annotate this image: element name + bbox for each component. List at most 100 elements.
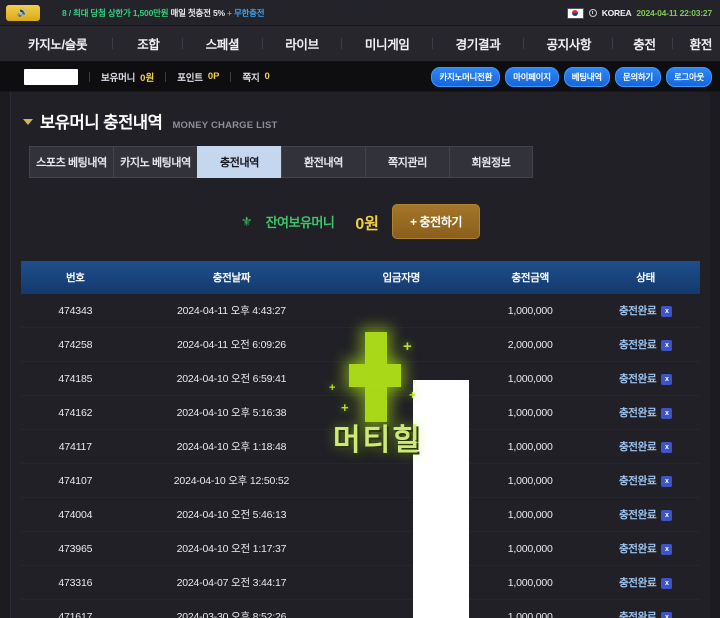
cell-date: 2024-04-10 오전 1:17:37 (176, 543, 287, 555)
cell-date: 2024-04-11 오전 6:09:26 (177, 339, 286, 351)
header-date: 충전날짜 (129, 261, 334, 294)
money-value: 0원 (140, 72, 155, 84)
cell-no: 474258 (58, 338, 93, 351)
tab-casino-betting[interactable]: 카지노 베팅내역 (113, 146, 197, 178)
username-field (24, 68, 78, 85)
delete-row-button[interactable]: x (661, 611, 673, 618)
nav-item-notice[interactable]: 공지사항 (540, 34, 597, 53)
casino-money-transfer-button[interactable]: 카지노머니전환 (431, 67, 501, 87)
nav-divider (111, 38, 113, 49)
nav-item-results[interactable]: 경기결과 (450, 34, 507, 53)
country-label: KOREA (601, 8, 632, 18)
table-body: 474343 2024-04-11 오후 4:43:27 1,000,000 충전완료… (21, 294, 700, 618)
delete-row-button[interactable]: x (661, 441, 673, 453)
cell-state: 충전완료 x (591, 362, 700, 396)
cell-no: 471617 (58, 610, 93, 618)
table-row: 474117 2024-04-10 오후 1:18:48 1,000,000 충전완료… (21, 430, 700, 464)
delete-row-button[interactable]: x (661, 509, 673, 521)
tab-charge-history[interactable]: 충전내역 (197, 146, 281, 178)
table-header-row: 번호 충전날짜 입금자명 충전금액 상태 (21, 261, 700, 294)
cell-amount: 1,000,000 (507, 542, 553, 555)
depositor-name-redaction (413, 380, 469, 618)
tab-exchange-history[interactable]: 환전내역 (281, 146, 365, 178)
charge-button[interactable]: + 충전하기 (391, 204, 481, 239)
site-logo: TTbet (336, 1, 384, 20)
nav-item-casino-slot[interactable]: 카지노/슬롯 (22, 34, 93, 53)
header-no: 번호 (21, 261, 130, 294)
marquee-notice: 8 / 최대 당첨 상한가 1,500만원 매일 첫충전 5% + 무한충전 (62, 7, 265, 19)
header-state: 상태 (591, 261, 700, 294)
status-badge: 충전완료 (618, 339, 657, 351)
delete-row-button[interactable]: x (661, 339, 673, 351)
nav-divider (611, 38, 613, 49)
cell-state: 충전완료 x (591, 396, 700, 430)
note-value: 0 (264, 71, 270, 82)
table-head: 번호 충전날짜 입금자명 충전금액 상태 (21, 261, 700, 294)
table-row: 473965 2024-04-10 오전 1:17:37 1,000,000 충전완료… (21, 532, 700, 566)
status-badge: 충전완료 (618, 475, 657, 487)
main-nav: 카지노/슬롯 조합 스페셜 라이브 미니게임 경기결과 공지사항 충전 환전 (0, 26, 720, 62)
inquiry-button[interactable]: 문의하기 (614, 67, 661, 87)
server-datetime: 2024-04-11 22:03:27 (636, 8, 712, 18)
cell-state: 충전완료 x (591, 430, 700, 464)
delete-row-button[interactable]: x (661, 373, 673, 385)
cell-date: 2024-04-10 오후 12:50:52 (173, 475, 290, 487)
cell-no: 474185 (58, 372, 93, 385)
status-badge: 충전완료 (618, 577, 657, 589)
page-title: 보유머니 충전내역 (40, 114, 163, 132)
balance-row: ⚜ 잔여보유머니 0원 + 충전하기 (11, 204, 710, 239)
nav-item-charge[interactable]: 충전 (627, 34, 661, 53)
mypage-button[interactable]: 마이페이지 (505, 67, 559, 87)
status-badge: 충전완료 (618, 305, 657, 317)
delete-row-button[interactable]: x (661, 407, 673, 419)
status-badge: 충전완료 (618, 373, 657, 385)
nav-divider (182, 38, 184, 49)
nav-item-combo[interactable]: 조합 (131, 34, 165, 53)
cell-date: 2024-04-10 오후 5:16:38 (176, 407, 287, 419)
marquee-part-2: 매일 첫충전 5% (170, 7, 226, 18)
status-badge: 충전완료 (618, 543, 657, 555)
betting-history-button[interactable]: 베팅내역 (563, 67, 610, 87)
cell-amount: 1,000,000 (507, 576, 553, 589)
tab-bar: 스포츠 베팅내역 카지노 베팅내역 충전내역 환전내역 쪽지관리 회원정보 (29, 146, 710, 178)
note-label: 쪽지 (242, 72, 260, 84)
page-subtitle: MONEY CHARGE LIST (172, 120, 278, 131)
money-label: 보유머니 (101, 72, 136, 84)
nav-divider (341, 38, 343, 49)
table-row: 474107 2024-04-10 오후 12:50:52 1,000,000 충전완… (21, 464, 700, 498)
speaker-icon[interactable]: 🔊 (6, 4, 40, 21)
cell-amount: 1,000,000 (507, 406, 553, 419)
table-row: 474258 2024-04-11 오전 6:09:26 2,000,000 충전완료… (21, 328, 700, 362)
cell-amount: 1,000,000 (507, 440, 553, 453)
cell-date: 2024-04-10 오전 5:46:13 (176, 509, 287, 521)
logout-button[interactable]: 로그아웃 (665, 67, 712, 87)
divider (230, 71, 232, 82)
nav-item-minigame[interactable]: 미니게임 (359, 34, 416, 53)
delete-row-button[interactable]: x (661, 577, 673, 589)
nav-item-special[interactable]: 스페셜 (200, 34, 246, 53)
cell-depositor (333, 328, 469, 362)
tab-sports-betting[interactable]: 스포츠 베팅내역 (29, 146, 113, 178)
cell-state: 충전완료 x (591, 328, 700, 362)
cell-no: 474162 (58, 406, 93, 419)
cell-date: 2024-04-10 오전 6:59:41 (176, 373, 287, 385)
point-value: 0P (207, 71, 220, 82)
header-amount: 충전금액 (469, 261, 592, 294)
delete-row-button[interactable]: x (661, 305, 673, 317)
top-bar: 🔊 8 / 최대 당첨 상한가 1,500만원 매일 첫충전 5% + 무한충전… (0, 0, 720, 26)
nav-item-exchange[interactable]: 환전 (684, 34, 718, 53)
marquee-part-1: 8 / 최대 당첨 상한가 1,500만원 (62, 7, 169, 18)
top-right-group: KOREA 2024-04-11 22:03:27 (566, 0, 712, 26)
tab-member-info[interactable]: 회원정보 (449, 146, 533, 178)
cell-state: 충전완료 x (591, 566, 700, 600)
delete-row-button[interactable]: x (661, 475, 673, 487)
tab-message-management[interactable]: 쪽지관리 (365, 146, 449, 178)
charge-history-table: 번호 충전날짜 입금자명 충전금액 상태 474343 2024-04-11 오후… (21, 261, 700, 618)
delete-row-button[interactable]: x (661, 543, 673, 555)
cell-state: 충전완료 x (591, 498, 700, 532)
marquee-part-3: + 무한충전 (227, 7, 265, 18)
table-row: 473316 2024-04-07 오전 3:44:17 1,000,000 충전완료… (21, 566, 700, 600)
cell-state: 충전완료 x (591, 294, 700, 328)
status-badge: 충전완료 (618, 509, 657, 521)
nav-item-live[interactable]: 라이브 (279, 34, 325, 53)
